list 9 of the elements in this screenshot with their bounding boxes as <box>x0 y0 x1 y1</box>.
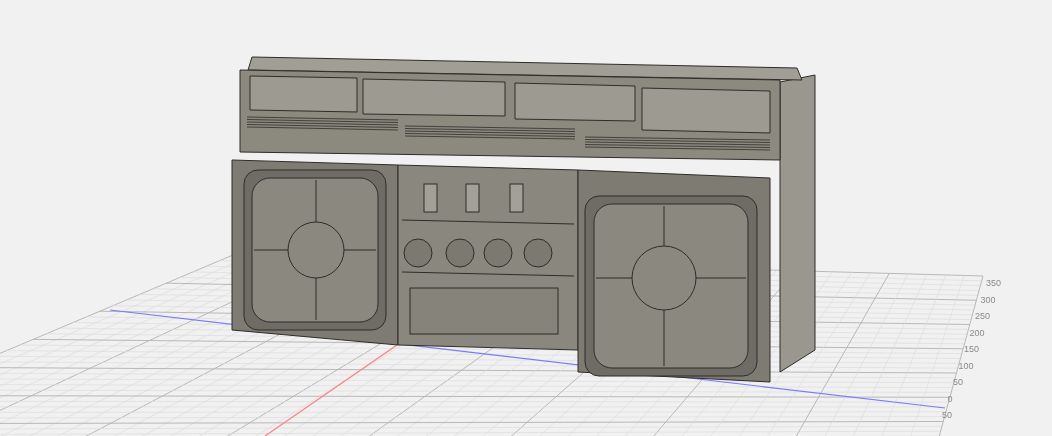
axis-label: 350 <box>986 278 1002 288</box>
axis-label: 50 <box>942 410 952 420</box>
axis-label: 150 <box>964 344 980 354</box>
axis-label: 0 <box>947 393 953 404</box>
axis-label: 100 <box>958 360 974 371</box>
axis-label: 250 <box>975 311 991 321</box>
axis-label: 300 <box>980 294 996 305</box>
axis-label: 200 <box>969 327 985 338</box>
axis-label: 50 <box>953 377 963 387</box>
